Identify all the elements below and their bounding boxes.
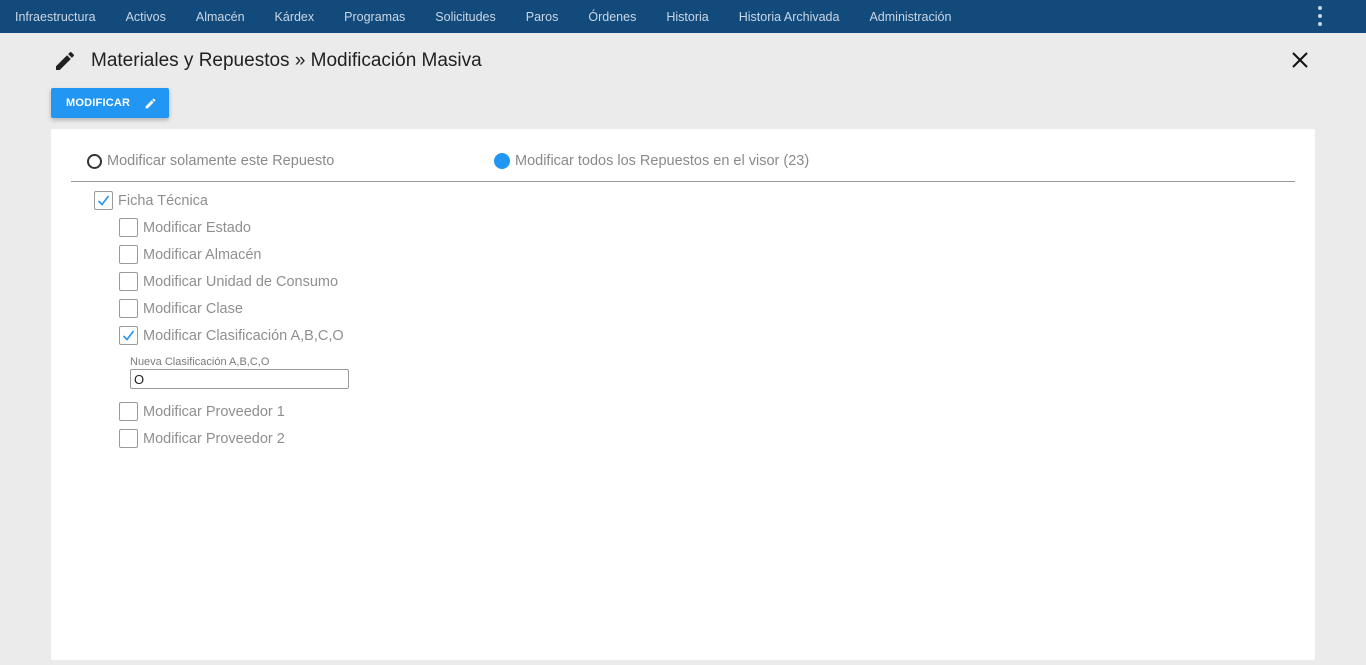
radio-circle-selected [494, 153, 510, 169]
checkbox-modificar-clasificacion[interactable]: Modificar Clasificación A,B,C,O [119, 326, 344, 345]
checkbox-box [119, 402, 138, 421]
checkbox-modificar-clase[interactable]: Modificar Clase [119, 299, 243, 318]
form-card: Modificar solamente este Repuesto Modifi… [51, 129, 1315, 660]
checkbox-modificar-unidad-consumo-label: Modificar Unidad de Consumo [143, 273, 339, 290]
nav-item-infraestructura[interactable]: Infraestructura [0, 10, 111, 24]
checkbox-modificar-almacen-label: Modificar Almacén [143, 246, 262, 263]
nav-item-almacen[interactable]: Almacén [181, 10, 260, 24]
pencil-icon [145, 98, 156, 108]
checkbox-modificar-estado-label: Modificar Estado [143, 219, 251, 236]
checkbox-box [119, 272, 138, 291]
checkmark-icon [122, 330, 135, 341]
radio-modify-all-label: Modificar todos los Repuestos en el viso… [515, 153, 810, 169]
checkbox-ficha-tecnica-label: Ficha Técnica [118, 192, 208, 209]
nav-item-historia[interactable]: Historia [651, 10, 723, 24]
nav-item-solicitudes[interactable]: Solicitudes [420, 10, 510, 24]
checkmark-icon [97, 195, 110, 206]
nav-item-paros[interactable]: Paros [511, 10, 574, 24]
nueva-clasificacion-label: Nueva Clasificación A,B,C,O [130, 356, 270, 368]
checkbox-box [119, 429, 138, 448]
more-menu-icon[interactable] [1314, 6, 1326, 26]
modify-button-label: MODIFICAR [66, 97, 131, 109]
checkbox-box [119, 245, 138, 264]
checkbox-box [94, 191, 113, 210]
checkbox-modificar-proveedor-1-label: Modificar Proveedor 1 [143, 403, 285, 420]
divider [71, 181, 1295, 182]
nav-item-activos[interactable]: Activos [111, 10, 181, 24]
nueva-clasificacion-input[interactable] [130, 369, 349, 389]
nav-item-kardex[interactable]: Kárdex [260, 10, 330, 24]
checkbox-box [119, 326, 138, 345]
checkbox-modificar-almacen[interactable]: Modificar Almacén [119, 245, 261, 264]
top-nav: Infraestructura Activos Almacén Kárdex P… [0, 0, 1366, 33]
page-title: Materiales y Repuestos » Modificación Ma… [91, 50, 482, 71]
title-row: Materiales y Repuestos » Modificación Ma… [53, 47, 482, 75]
close-button[interactable] [1288, 48, 1312, 72]
checkbox-box [119, 218, 138, 237]
modify-button[interactable]: MODIFICAR [51, 88, 169, 118]
checkbox-modificar-estado[interactable]: Modificar Estado [119, 218, 251, 237]
checkbox-modificar-proveedor-2[interactable]: Modificar Proveedor 2 [119, 429, 285, 448]
nav-item-programas[interactable]: Programas [329, 10, 420, 24]
nav-item-administracion[interactable]: Administración [854, 10, 966, 24]
checkbox-box [119, 299, 138, 318]
radio-modify-single[interactable]: Modificar solamente este Repuesto [87, 153, 334, 169]
checkbox-modificar-clasificacion-label: Modificar Clasificación A,B,C,O [143, 327, 344, 344]
checkbox-modificar-unidad-consumo[interactable]: Modificar Unidad de Consumo [119, 272, 338, 291]
nav-item-historia-archivada[interactable]: Historia Archivada [724, 10, 855, 24]
pencil-icon [56, 51, 75, 70]
radio-modify-single-label: Modificar solamente este Repuesto [107, 153, 335, 169]
radio-modify-all[interactable]: Modificar todos los Repuestos en el viso… [494, 153, 809, 169]
nav-item-ordenes[interactable]: Órdenes [573, 10, 651, 24]
checkbox-modificar-proveedor-1[interactable]: Modificar Proveedor 1 [119, 402, 285, 421]
close-icon [1292, 52, 1308, 68]
checkbox-modificar-clase-label: Modificar Clase [143, 300, 243, 317]
radio-circle-unselected [87, 153, 102, 169]
checkbox-modificar-proveedor-2-label: Modificar Proveedor 2 [143, 430, 285, 447]
checkbox-ficha-tecnica[interactable]: Ficha Técnica [94, 191, 208, 210]
